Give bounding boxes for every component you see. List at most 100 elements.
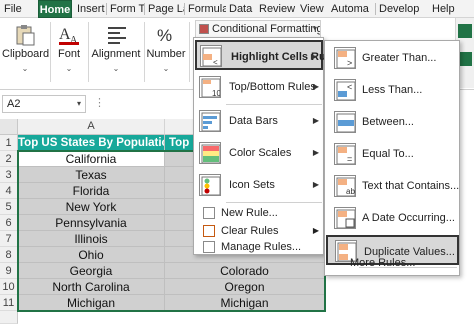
row-header[interactable]: 1 — [0, 135, 18, 151]
conditional-formatting-icon — [199, 24, 209, 34]
add-in-icon[interactable] — [458, 52, 472, 66]
number-group[interactable]: % Number ⌄ — [146, 18, 186, 88]
menu-item-manage-rules[interactable]: Manage Rules... — [195, 238, 323, 256]
row-header[interactable]: 6 — [0, 215, 18, 231]
row-header[interactable]: 8 — [0, 247, 18, 263]
chevron-right-icon: ▶ — [312, 116, 319, 125]
row-header[interactable]: 7 — [0, 231, 18, 247]
add-in-icon[interactable] — [458, 24, 472, 38]
table-cell-a[interactable]: California — [18, 151, 165, 167]
tab-divider — [106, 3, 107, 15]
tab-home[interactable]: Home — [38, 0, 72, 18]
chevron-right-icon: ▶ — [310, 52, 317, 61]
select-all-corner[interactable] — [0, 119, 18, 135]
tab-insert[interactable]: Insert — [77, 0, 107, 18]
submenu-label: Greater Than... — [362, 52, 437, 64]
row-header[interactable] — [0, 311, 18, 324]
submenu-label: Text that Contains... — [362, 180, 460, 192]
name-box-value: A2 — [7, 98, 21, 110]
percent-icon: % — [157, 26, 172, 45]
tab-divider — [184, 3, 185, 15]
equal-to-icon: = — [334, 143, 356, 165]
tab-file[interactable]: File — [4, 0, 32, 18]
tab-format-table[interactable]: Form Ta — [110, 0, 144, 18]
alignment-group[interactable]: Alignment ⌄ — [90, 18, 142, 88]
row-header[interactable]: 2 — [0, 151, 18, 167]
tab-automate[interactable]: Automa — [331, 0, 375, 18]
table-cell-b[interactable]: Oregon — [165, 279, 325, 295]
table-cell-a[interactable]: Georgia — [18, 263, 165, 279]
table-cell-a[interactable]: North Carolina — [18, 279, 165, 295]
tab-view[interactable]: View — [300, 0, 328, 18]
table-cell-a[interactable]: Florida — [18, 183, 165, 199]
name-box[interactable]: A2 ▾ — [2, 95, 86, 113]
tab-developer[interactable]: Develop — [379, 0, 427, 18]
table-header-a[interactable]: Top US States By Population — [18, 135, 165, 151]
table-cell-a[interactable]: Pennsylvania — [18, 215, 165, 231]
formula-bar-grip-icon[interactable]: ⋮ — [94, 96, 106, 109]
text-contains-icon: ab — [334, 175, 356, 197]
menu-label: Color Scales — [229, 147, 292, 159]
clipboard-label: Clipboard — [2, 48, 50, 60]
menu-item-icon-sets[interactable]: Icon Sets ▶ — [195, 170, 323, 200]
group-divider — [50, 22, 51, 82]
manage-rules-icon — [203, 241, 215, 253]
svg-text:<: < — [347, 82, 352, 92]
font-group[interactable]: A A Font ⌄ — [52, 18, 86, 88]
row-header[interactable]: 11 — [0, 295, 18, 311]
conditional-formatting-button[interactable]: Conditional Formatting ▾ — [195, 20, 321, 38]
menu-item-highlight-cells-rules[interactable]: < Highlight Cells Rules ▶ — [195, 40, 341, 70]
submenu-item-equal-to[interactable]: = Equal To... — [326, 139, 459, 169]
submenu-item-text-contains[interactable]: ab Text that Contains... — [326, 171, 459, 201]
table-cell-a[interactable]: Texas — [18, 167, 165, 183]
table-cell-a[interactable]: Illinois — [18, 231, 165, 247]
tab-help[interactable]: Help — [432, 0, 458, 18]
tab-formulas[interactable]: Formula — [188, 0, 226, 18]
menu-item-color-scales[interactable]: Color Scales ▶ — [195, 138, 323, 168]
row-header[interactable]: 4 — [0, 183, 18, 199]
menu-item-data-bars[interactable]: Data Bars ▶ — [195, 106, 323, 136]
table-cell-b[interactable]: Colorado — [165, 263, 325, 279]
row-header[interactable]: 9 — [0, 263, 18, 279]
svg-text:10: 10 — [212, 89, 221, 98]
tab-page-layout[interactable]: Page La — [148, 0, 184, 18]
submenu-label: Between... — [362, 116, 414, 128]
submenu-item-between[interactable]: Between... — [326, 107, 459, 137]
submenu-item-date-occurring[interactable]: A Date Occurring... — [326, 203, 459, 233]
menu-item-new-rule[interactable]: New Rule... — [195, 204, 323, 222]
table-cell-b[interactable]: Michigan — [165, 295, 325, 311]
row-header[interactable]: 5 — [0, 199, 18, 215]
ribbon-tab-bar: File Home Insert Form Ta Page La Formula… — [0, 0, 474, 18]
new-rule-icon — [203, 207, 215, 219]
table-cell-a[interactable]: New York — [18, 199, 165, 215]
table-cell-a[interactable]: Ohio — [18, 247, 165, 263]
align-icon — [108, 27, 126, 44]
menu-label: Top/Bottom Rules — [229, 81, 316, 93]
table-cell-a[interactable]: Michigan — [18, 295, 165, 311]
tab-divider — [375, 3, 376, 15]
clipboard-group[interactable]: Clipboard ⌄ — [2, 18, 50, 88]
menu-label: Icon Sets — [229, 179, 275, 191]
submenu-item-less-than[interactable]: < Less Than... — [326, 75, 459, 105]
submenu-label: Less Than... — [362, 84, 423, 96]
chevron-down-icon: ⌄ — [21, 64, 29, 73]
row-header[interactable]: 3 — [0, 167, 18, 183]
tab-review[interactable]: Review — [259, 0, 297, 18]
tab-data[interactable]: Data — [229, 0, 255, 18]
group-divider — [144, 22, 145, 82]
date-occurring-icon — [334, 207, 356, 229]
chevron-right-icon: ▶ — [312, 82, 319, 91]
submenu-item-greater-than[interactable]: > Greater Than... — [326, 43, 459, 73]
greater-than-icon: > — [334, 47, 356, 69]
caret-down-icon: ▾ — [312, 24, 317, 33]
row-header[interactable]: 10 — [0, 279, 18, 295]
caret-down-icon[interactable]: ▾ — [77, 96, 81, 112]
data-bars-icon — [199, 110, 221, 132]
clear-rules-icon — [203, 225, 215, 237]
menu-item-top-bottom-rules[interactable]: 10 Top/Bottom Rules ▶ — [195, 72, 323, 102]
chevron-right-icon: ▶ — [312, 180, 319, 189]
conditional-formatting-menu: < Highlight Cells Rules ▶ 10 Top/Bottom … — [193, 37, 341, 256]
submenu-item-more-rules[interactable]: More Rules... — [350, 257, 415, 269]
column-header-a[interactable]: A — [18, 119, 165, 135]
icon-sets-icon — [199, 174, 221, 196]
